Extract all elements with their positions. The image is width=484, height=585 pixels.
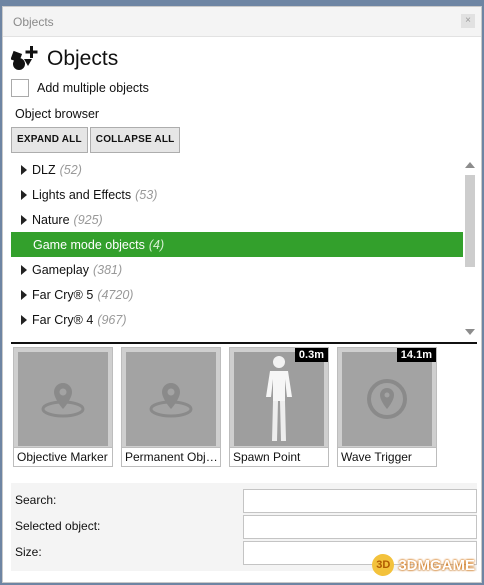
location-pin-icon (149, 383, 193, 418)
object-thumbnails: Objective Marker Permanent Obje… 0.3m Sp… (13, 347, 445, 467)
add-multiple-label: Add multiple objects (37, 81, 149, 95)
add-multiple-option[interactable]: Add multiple objects (11, 79, 149, 97)
target-pin-icon (367, 379, 407, 419)
expand-arrow-icon[interactable] (21, 214, 27, 225)
location-pin-icon (41, 383, 85, 418)
thumbnail-spawn-point[interactable]: 0.3m Spawn Point (229, 347, 329, 467)
tree-item-game-mode-objects[interactable]: Game mode objects (4) (11, 232, 463, 257)
tree-item-label: Lights and Effects (32, 187, 132, 202)
search-row: Search: (11, 487, 477, 513)
tree-item-count: (381) (92, 262, 123, 277)
tree-item-count: (967) (97, 312, 127, 327)
thumbnail-permanent-object[interactable]: Permanent Obje… (121, 347, 221, 467)
tree-item-label: DLZ (32, 162, 56, 177)
tree-item-dlz[interactable]: DLZ (52) (11, 157, 463, 182)
thumbnail-caption: Objective Marker (14, 447, 112, 466)
page-title: Objects (47, 47, 119, 70)
scroll-down-icon[interactable] (465, 329, 475, 335)
window-title: Objects (13, 15, 54, 29)
distance-badge: 0.3m (294, 348, 328, 362)
object-browser-label: Object browser (15, 107, 100, 121)
tree-item-count: (52) (59, 162, 82, 177)
selected-object-label: Selected object: (15, 519, 101, 533)
selected-object-field[interactable] (243, 515, 477, 539)
tree-item-far-cry-5[interactable]: Far Cry® 5 (4720) (11, 282, 463, 307)
add-multiple-checkbox[interactable] (11, 79, 29, 97)
expand-arrow-icon[interactable] (21, 314, 27, 325)
tree-item-gameplay[interactable]: Gameplay (381) (11, 257, 463, 282)
thumbnail-caption: Wave Trigger (338, 447, 436, 466)
size-label: Size: (15, 545, 42, 559)
watermark-text: 3DMGAME (398, 556, 475, 574)
close-button[interactable]: × (461, 14, 475, 28)
collapse-all-button[interactable]: COLLAPSE ALL (89, 127, 181, 153)
title-bar: Objects × (3, 7, 481, 37)
thumbnail-wave-trigger[interactable]: 14.1m Wave Trigger (337, 347, 437, 467)
tree-item-label: Gameplay (32, 262, 89, 277)
thumbnail-image (234, 352, 324, 446)
person-figure (266, 356, 292, 441)
thumbnail-image (342, 352, 432, 446)
tree-item-label: Game mode objects (33, 237, 145, 252)
scroll-up-icon[interactable] (465, 162, 475, 168)
object-tree: DLZ (52) Lights and Effects (53) Nature … (11, 157, 463, 337)
watermark-logo: 3D 3DMGAME (372, 552, 475, 578)
scroll-thumb[interactable] (465, 175, 475, 267)
search-label: Search: (15, 493, 57, 507)
search-input[interactable] (243, 489, 477, 513)
tree-item-far-cry-4[interactable]: Far Cry® 4 (967) (11, 307, 463, 332)
thumbnail-caption: Permanent Obje… (122, 447, 220, 466)
expand-arrow-icon[interactable] (21, 264, 27, 275)
thumbnail-caption: Spawn Point (230, 447, 328, 466)
thumbnail-image (18, 352, 108, 446)
thumbnail-image (126, 352, 216, 446)
tree-item-nature[interactable]: Nature (925) (11, 207, 463, 232)
tree-item-count: (4) (148, 237, 165, 252)
tree-item-count: (925) (73, 212, 103, 227)
expand-arrow-icon[interactable] (21, 189, 27, 200)
tree-item-count: (53) (135, 187, 158, 202)
splitter[interactable] (11, 342, 477, 344)
add-objects-icon (11, 46, 38, 70)
expand-all-button[interactable]: EXPAND ALL (11, 127, 88, 153)
tree-item-lights-and-effects[interactable]: Lights and Effects (53) (11, 182, 463, 207)
tree-item-label: Far Cry® 5 (32, 287, 94, 302)
tree-item-label: Far Cry® 4 (32, 312, 94, 327)
tree-scrollbar[interactable] (465, 159, 475, 337)
watermark-badge: 3D (372, 554, 395, 576)
tree-controls: EXPAND ALL COLLAPSE ALL (11, 127, 182, 153)
objects-window: Objects × Objects Add multiple objects O… (2, 6, 482, 583)
expand-arrow-icon[interactable] (21, 164, 27, 175)
tree-item-label: Nature (32, 212, 70, 227)
panel-header: Objects (11, 45, 118, 73)
tree-item-count: (4720) (97, 287, 134, 302)
distance-badge: 14.1m (396, 348, 436, 362)
expand-arrow-icon[interactable] (21, 289, 27, 300)
thumbnail-objective-marker[interactable]: Objective Marker (13, 347, 113, 467)
selected-object-row: Selected object: (11, 513, 477, 539)
